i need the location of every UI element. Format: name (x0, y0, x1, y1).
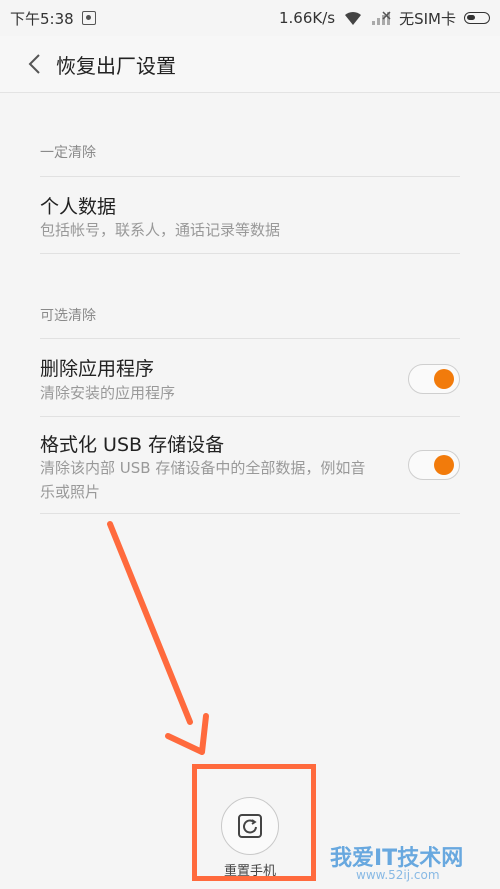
item-description: 清除安装的应用程序 (40, 384, 176, 402)
chevron-left-icon (28, 54, 40, 74)
reset-phone-button[interactable] (221, 797, 279, 855)
divider (40, 416, 460, 417)
battery-icon (464, 12, 490, 24)
network-speed: 1.66K/s (279, 9, 336, 27)
section-label-required: 一定清除 (40, 145, 96, 161)
wifi-icon (345, 11, 362, 25)
section-label-optional: 可选清除 (40, 308, 96, 324)
reset-icon (238, 814, 262, 838)
app-header: 恢复出厂设置 (0, 36, 500, 93)
divider (40, 513, 460, 514)
item-description: 包括帐号，联系人，通话记录等数据 (40, 221, 281, 239)
format-usb-toggle[interactable] (408, 450, 460, 480)
item-description: 清除该内部 USB 存储设备中的全部数据，例如音乐或照片 (40, 459, 366, 501)
divider (40, 338, 460, 339)
divider (40, 176, 460, 177)
delete-apps-toggle[interactable] (408, 364, 460, 394)
toggle-knob (434, 369, 454, 389)
sim-status: 无SIM卡 (399, 9, 456, 28)
item-title: 删除应用程序 (40, 358, 155, 380)
item-title: 个人数据 (40, 196, 117, 218)
item-title: 格式化 USB 存储设备 (40, 434, 225, 456)
divider (40, 253, 460, 254)
status-bar: 下午5:38 1.66K/s 无SIM卡 (0, 0, 500, 36)
toggle-knob (434, 455, 454, 475)
image-notification-icon (81, 11, 96, 25)
signal-icon (372, 11, 391, 25)
watermark-url: www.52ij.com (356, 868, 440, 882)
status-time: 下午5:38 (10, 9, 74, 28)
reset-phone-label: 重置手机 (223, 864, 276, 879)
back-button[interactable] (14, 36, 54, 92)
page-title: 恢复出厂设置 (56, 53, 176, 78)
